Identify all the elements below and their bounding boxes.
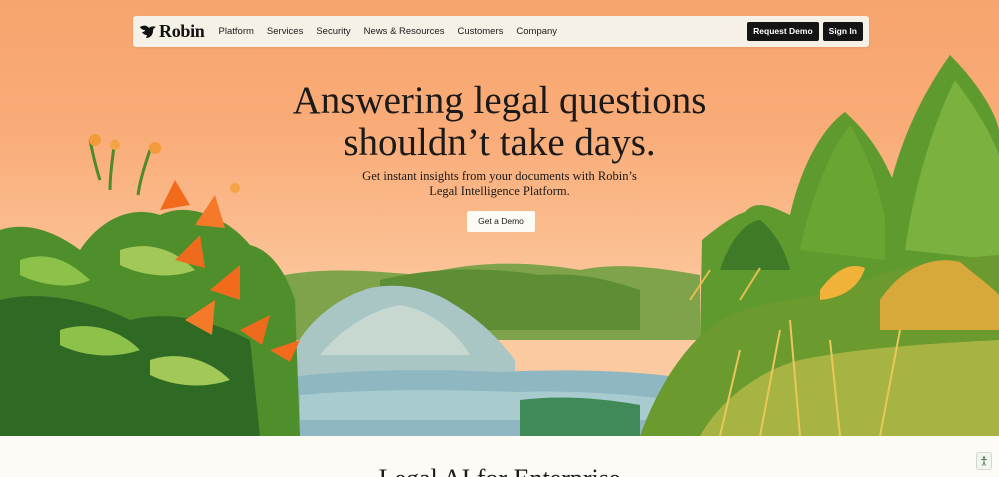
hero-headline-line-2: shouldn’t take days. [343, 121, 656, 164]
nav-link-news-resources[interactable]: News & Resources [364, 26, 445, 37]
sign-in-button[interactable]: Sign In [822, 22, 863, 41]
section-title: Legal AI for Enterprise [0, 464, 999, 477]
nav-actions: Request Demo Sign In [747, 22, 863, 41]
logo-text: Robin [159, 21, 205, 41]
hero-headline: Answering legal questions shouldn’t take… [0, 80, 999, 164]
accessibility-widget-button[interactable] [976, 452, 992, 470]
hero-section: Robin Platform Services Security News & … [0, 0, 999, 436]
top-navigation-bar: Robin Platform Services Security News & … [133, 16, 869, 47]
hero-subheading-line-1: Get instant insights from your documents… [362, 169, 637, 183]
nav-link-platform[interactable]: Platform [219, 26, 254, 37]
get-a-demo-button[interactable]: Get a Demo [467, 211, 535, 232]
request-demo-button[interactable]: Request Demo [747, 22, 819, 41]
hero-subheading-line-2: Legal Intelligence Platform. [429, 184, 570, 198]
accessibility-icon [981, 456, 987, 466]
logo[interactable]: Robin [139, 21, 205, 42]
nav-link-security[interactable]: Security [316, 26, 350, 37]
hero-headline-line-1: Answering legal questions [292, 79, 707, 122]
page: Robin Platform Services Security News & … [0, 0, 999, 477]
robin-bird-icon [140, 25, 156, 38]
nav-links: Platform Services Security News & Resour… [219, 26, 571, 37]
hero-subheading: Get instant insights from your documents… [0, 169, 999, 199]
nav-link-company[interactable]: Company [516, 26, 557, 37]
nav-link-customers[interactable]: Customers [457, 26, 503, 37]
nav-link-services[interactable]: Services [267, 26, 303, 37]
